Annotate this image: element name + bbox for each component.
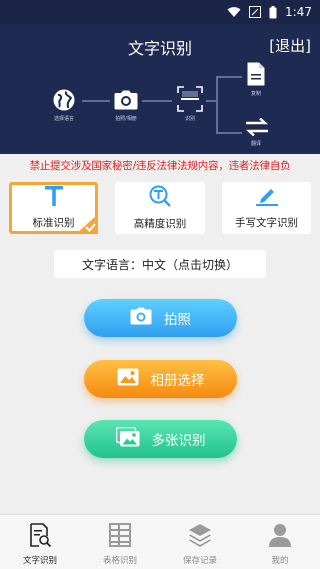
globe-icon [52,88,76,116]
tab-saved-records[interactable]: 保存记录 [160,515,240,569]
doc-search-icon [28,523,52,551]
status-bar: 1:47 [0,0,320,24]
image-icon [117,368,139,390]
tab-text-recognition-label: 文字识别 [22,556,57,566]
flow-connector [216,76,242,78]
user-icon [269,523,291,551]
tab-mine[interactable]: 我的 [240,515,320,569]
mode-standard[interactable]: 标准识别 [9,182,98,234]
mode-handwriting[interactable]: 手写文字识别 [222,182,311,234]
flow-connector [82,100,110,102]
tab-text-recognition[interactable]: 文字识别 [0,515,80,569]
camera-icon [130,307,152,329]
multi-recognize-label: 多张识别 [151,433,206,449]
flow-connector [216,132,242,134]
tab-table-recognition[interactable]: 表格识别 [80,515,160,569]
tab-table-recognition-label: 表格识别 [102,556,137,566]
mode-high-precision[interactable]: 高精度识别 [115,182,205,234]
legal-warning: 禁止提交涉及国家秘密/违反法律法规内容，违者法律自负 [29,160,291,172]
layers-icon [188,523,212,551]
flow-connector [216,76,218,134]
document-icon [247,62,265,90]
wifi-icon [227,6,241,18]
flow-label-translate: 翻译 [250,141,261,147]
multi-recognize-button[interactable]: 多张识别 [84,420,237,458]
check-icon [76,214,98,234]
tab-saved-records-label: 保存记录 [182,556,217,566]
camera-icon [114,90,138,114]
text-icon [44,186,63,210]
swap-icon [245,117,269,140]
mode-high-precision-label: 高精度识别 [133,218,187,230]
language-selector[interactable]: 文字语言：中文（点击切换） [54,250,266,278]
status-time: 1:47 [285,5,312,19]
take-photo-label: 拍照 [164,312,191,328]
images-icon [115,426,140,451]
precision-text-icon [149,185,171,211]
flow-connector [142,100,172,102]
mode-standard-label: 标准识别 [32,217,75,229]
bottom-tab-bar: 文字识别 表格识别 保存记录 我的 [0,514,320,569]
battery-icon [269,5,277,19]
tab-mine-label: 我的 [271,556,289,566]
header: 文字识别 [退出] 选择语言 拍照/相册 识别 复制 翻译 [0,24,320,154]
flow-label-recognize: 识别 [184,116,195,122]
exit-button[interactable]: [退出] [269,35,311,56]
table-icon [109,523,131,551]
album-select-button[interactable]: 相册选择 [84,360,237,398]
signal-icon [249,6,262,18]
flow-label-copy: 复制 [250,91,261,97]
flow-label-language: 选择语言 [53,116,74,122]
flow-connector [206,100,216,102]
album-select-label: 相册选择 [150,373,205,389]
pen-icon [255,186,278,210]
scan-icon [177,86,203,116]
take-photo-button[interactable]: 拍照 [84,299,237,337]
mode-handwriting-label: 手写文字识别 [235,217,298,229]
flow-label-camera: 拍照/相册 [115,116,137,122]
